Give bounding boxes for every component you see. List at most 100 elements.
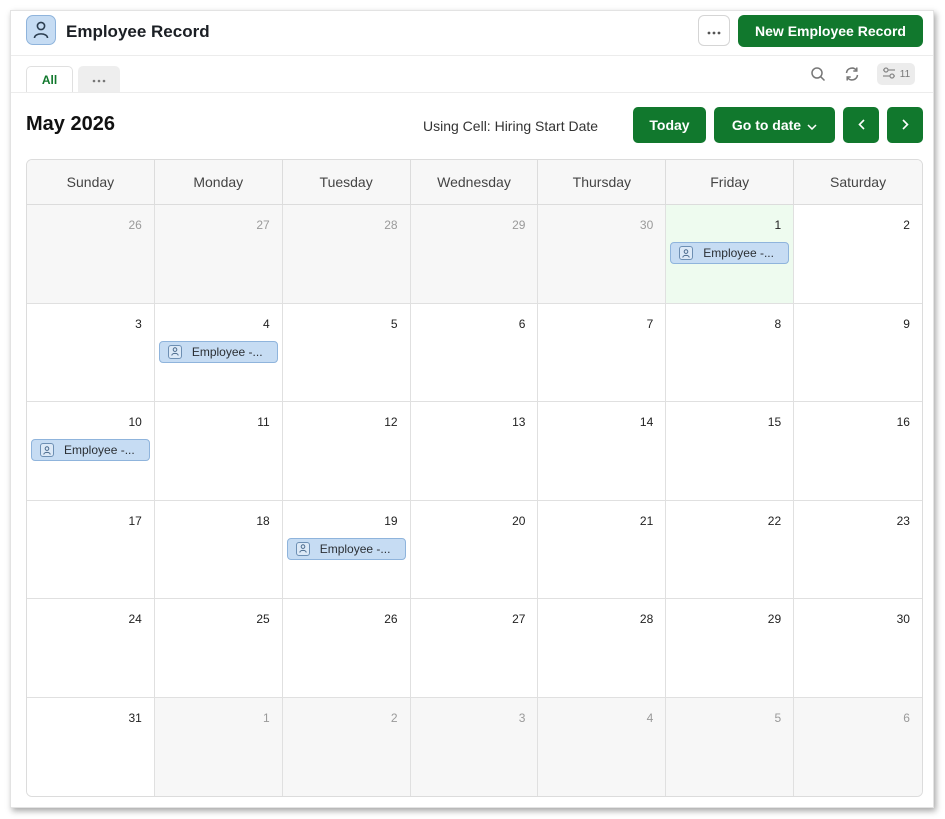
day-cell[interactable]: 26: [282, 599, 411, 698]
day-number: 27: [256, 218, 270, 232]
next-month-button[interactable]: [887, 107, 923, 143]
weekday-header: Saturday: [794, 160, 922, 205]
day-number: 28: [384, 218, 398, 232]
day-cell[interactable]: 7: [538, 303, 667, 402]
tab-all[interactable]: All: [26, 66, 73, 92]
day-cell[interactable]: 3: [27, 303, 155, 402]
day-number: 17: [128, 513, 142, 528]
day-number: 3: [135, 316, 142, 331]
day-cell[interactable]: 15: [666, 402, 795, 501]
day-number: 2: [390, 710, 398, 725]
filter-count: 11: [899, 68, 911, 80]
day-number: 6: [518, 316, 526, 331]
day-cell[interactable]: 25: [154, 599, 283, 698]
day-cell[interactable]: 9: [794, 303, 922, 402]
day-cell[interactable]: 29: [666, 599, 795, 698]
day-number: 30: [896, 612, 910, 626]
day-number: 25: [256, 612, 270, 626]
day-cell[interactable]: 23: [794, 500, 922, 599]
day-cell[interactable]: 17: [27, 500, 155, 599]
day-cell[interactable]: 4: [538, 697, 667, 796]
weekday-header: Monday: [154, 160, 283, 205]
day-cell[interactable]: 11: [154, 402, 283, 501]
day-cell[interactable]: 1: [154, 697, 283, 796]
header-bar: Employee Record New Employee Record: [11, 11, 933, 56]
more-options-button[interactable]: [698, 15, 730, 46]
day-number: 28: [639, 612, 654, 626]
search-icon[interactable]: [808, 64, 828, 84]
day-cell[interactable]: 3: [410, 697, 539, 796]
day-cell[interactable]: 16: [794, 402, 922, 501]
day-cell[interactable]: 27: [410, 599, 539, 698]
day-cell[interactable]: 21: [538, 500, 667, 599]
day-cell[interactable]: 28: [538, 599, 667, 698]
day-cell[interactable]: 24: [27, 599, 155, 698]
day-cell[interactable]: 26: [27, 205, 155, 304]
day-number: 3: [518, 710, 526, 725]
using-cell-label: Using Cell: Hiring Start Date: [423, 118, 599, 134]
day-cell[interactable]: 31: [27, 697, 155, 796]
day-cell[interactable]: 28: [282, 205, 411, 304]
refresh-icon[interactable]: [842, 64, 862, 84]
event-label: Employee -...: [319, 541, 391, 556]
day-cell[interactable]: 18: [154, 500, 283, 599]
day-cell[interactable]: 1 Employee -...: [666, 205, 795, 304]
day-cell[interactable]: 20: [410, 500, 539, 599]
day-number: 27: [512, 612, 526, 626]
app-window: Employee Record New Employee Record All …: [10, 10, 934, 808]
day-cell[interactable]: 19 Employee -...: [282, 500, 411, 599]
weekday-header: Thursday: [538, 160, 667, 205]
page-title: Employee Record: [66, 22, 210, 41]
day-number: 16: [896, 415, 910, 429]
day-number: 7: [646, 316, 654, 331]
day-cell[interactable]: 14: [538, 402, 667, 501]
month-calendar-grid: Sunday Monday Tuesday Wednesday Thursday…: [26, 159, 923, 797]
person-icon: [40, 443, 54, 457]
day-cell[interactable]: 22: [666, 500, 795, 599]
day-number: 19: [384, 513, 398, 528]
day-number: 18: [256, 513, 270, 528]
day-number: 21: [639, 513, 654, 528]
calendar-event[interactable]: Employee -...: [158, 340, 278, 363]
today-button[interactable]: Today: [633, 107, 706, 143]
day-cell[interactable]: 30: [794, 599, 922, 698]
day-cell[interactable]: 27: [154, 205, 283, 304]
day-cell[interactable]: 29: [410, 205, 539, 304]
go-to-date-button[interactable]: Go to date: [714, 107, 835, 143]
day-cell[interactable]: 6: [410, 303, 539, 402]
weekday-header: Friday: [666, 160, 795, 205]
day-number: 30: [639, 218, 654, 232]
day-cell[interactable]: 5: [282, 303, 411, 402]
day-number: 8: [774, 316, 782, 331]
day-number: 14: [639, 415, 654, 429]
prev-month-button[interactable]: [843, 107, 879, 143]
day-cell[interactable]: 8: [666, 303, 795, 402]
day-number: 5: [774, 710, 782, 725]
person-icon: [295, 541, 310, 556]
day-number: 26: [384, 612, 398, 626]
filter-button[interactable]: 11: [877, 63, 915, 85]
day-number: 4: [646, 710, 654, 725]
day-cell[interactable]: 6: [794, 697, 922, 796]
calendar-event[interactable]: Employee -...: [31, 439, 150, 461]
calendar-event[interactable]: Employee -...: [670, 242, 790, 264]
day-cell[interactable]: 13: [410, 402, 539, 501]
new-employee-record-button[interactable]: New Employee Record: [738, 15, 923, 47]
tab-more-views[interactable]: [78, 66, 120, 92]
weekday-header: Sunday: [27, 160, 155, 205]
day-number: 2: [903, 218, 910, 232]
day-cell[interactable]: 5: [666, 697, 795, 796]
day-cell[interactable]: 12: [282, 402, 411, 501]
event-label: Employee -...: [703, 246, 774, 260]
day-cell[interactable]: 10 Employee -...: [27, 402, 155, 501]
weekday-header: Wednesday: [410, 160, 539, 205]
day-cell[interactable]: 2: [794, 205, 922, 304]
day-number: 29: [767, 612, 782, 626]
day-number: 22: [767, 513, 782, 528]
day-cell[interactable]: 30: [538, 205, 667, 304]
day-cell[interactable]: 4 Employee -...: [154, 303, 283, 402]
view-tabs-bar: All 11: [11, 56, 933, 93]
calendar-event[interactable]: Employee -...: [286, 537, 406, 560]
go-to-date-label: Go to date: [731, 117, 802, 133]
day-cell[interactable]: 2: [282, 697, 411, 796]
